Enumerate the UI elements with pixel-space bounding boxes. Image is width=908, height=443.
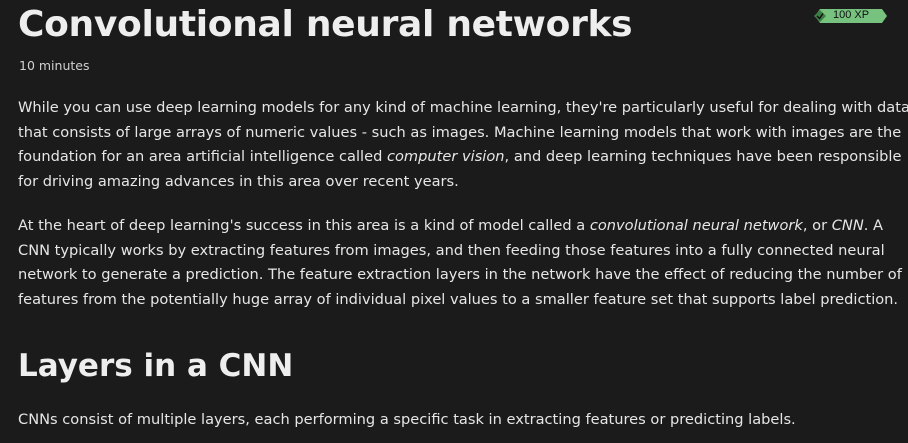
text-segment: . A [863,217,884,234]
text-segment: foundation for an area artificial intell… [18,148,387,165]
text-segment: , and deep learning techniques have been… [504,148,902,165]
text-segment: features from the potentially huge array… [18,290,899,308]
xp-badge: 100 XP [812,8,887,24]
text-segment: CNN [831,217,864,234]
text-segment: for driving amazing advances in this are… [18,172,459,190]
duration-label: 10 minutes [19,58,90,73]
paragraph-line: features from the potentially huge array… [18,288,902,313]
section-text: CNNs consist of multiple layers, each pe… [18,411,796,428]
paragraph-line: that consists of large arrays of numeric… [18,121,908,146]
text-segment: At the heart of deep learning's success … [18,217,590,234]
text-segment: CNN typically works by extracting featur… [18,241,885,259]
intro-paragraph: While you can use deep learning models f… [18,96,908,194]
paragraph-line: While you can use deep learning models f… [18,96,908,121]
paragraph-line: network to generate a prediction. The fe… [18,263,902,288]
paragraph-line: At the heart of deep learning's success … [18,214,902,239]
section-heading: Layers in a CNN [18,348,294,384]
text-segment: network to generate a prediction. The fe… [18,266,902,283]
xp-label: 100 XP [833,9,870,21]
text-segment: convolutional neural network [589,217,803,234]
text-segment: that consists of large arrays of numeric… [18,123,902,141]
text-segment: , or [802,217,832,234]
text-segment: computer vision [386,148,505,165]
text-segment: While you can use deep learning models f… [18,99,908,116]
paragraph-line: for driving amazing advances in this are… [18,170,908,195]
paragraph-line: foundation for an area artificial intell… [18,145,908,170]
paragraph-line: CNN typically works by extracting featur… [18,239,902,264]
page-title: Convolutional neural networks [18,4,633,45]
cnn-paragraph: At the heart of deep learning's success … [18,214,902,312]
